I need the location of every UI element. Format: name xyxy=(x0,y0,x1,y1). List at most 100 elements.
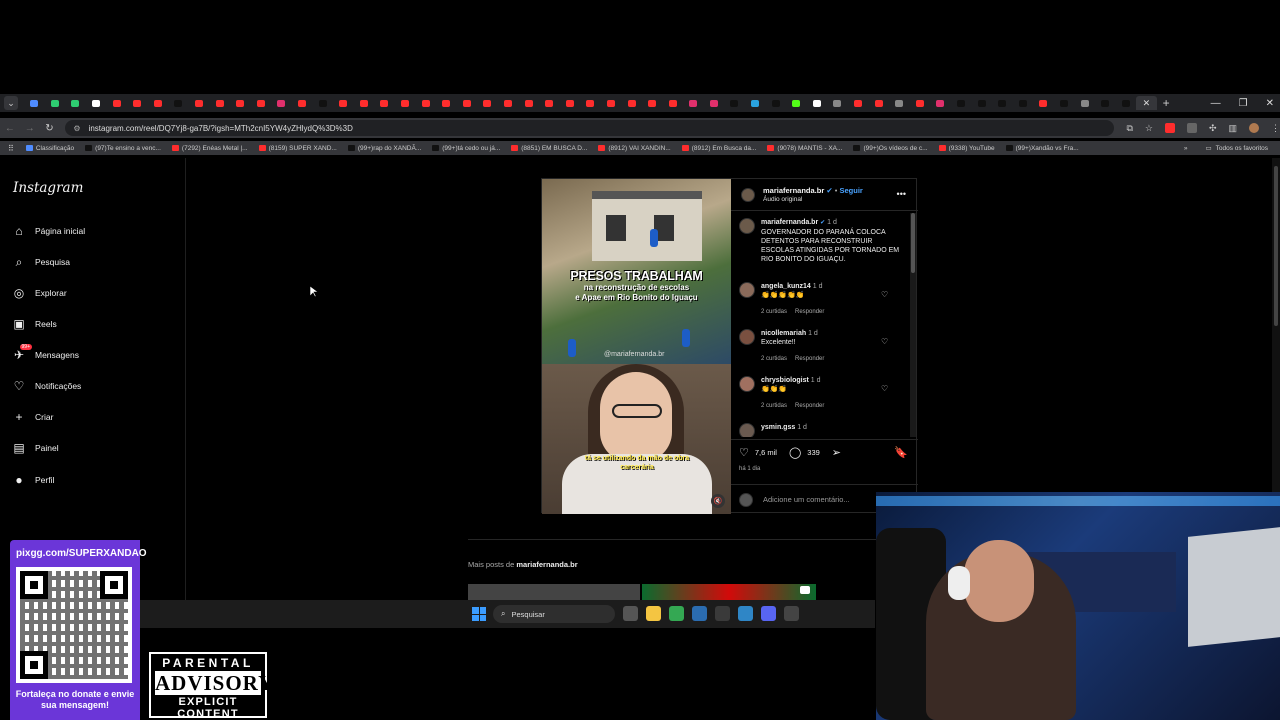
browser-tab[interactable] xyxy=(477,96,498,110)
comment-like-icon[interactable]: ♡ xyxy=(881,384,888,393)
browser-tab[interactable] xyxy=(106,96,127,110)
browser-tab[interactable] xyxy=(745,96,766,110)
browser-tab[interactable] xyxy=(168,96,189,110)
extension-icon[interactable] xyxy=(1164,123,1175,133)
taskbar-app-icon[interactable] xyxy=(784,606,799,621)
commenter-username[interactable]: angela_kunz14 xyxy=(761,283,811,290)
browser-tab[interactable] xyxy=(662,96,683,110)
close-window-icon[interactable]: ✕ xyxy=(1266,98,1274,109)
bookmark-item[interactable]: (99+)Os vídeos de c... xyxy=(853,145,928,152)
like-count[interactable]: 7,6 mil xyxy=(755,448,777,457)
browser-tab[interactable] xyxy=(704,96,725,110)
comment-likes[interactable]: 2 curtidas xyxy=(761,403,787,409)
author-username[interactable]: mariafernanda.br xyxy=(763,186,824,195)
follow-button[interactable]: Seguir xyxy=(839,186,862,195)
windows-start-icon[interactable] xyxy=(472,607,486,621)
browser-tab[interactable] xyxy=(498,96,519,110)
comment-like-icon[interactable]: ♡ xyxy=(881,290,888,299)
browser-tab[interactable] xyxy=(683,96,704,110)
browser-tab[interactable] xyxy=(354,96,375,110)
commenter-avatar[interactable] xyxy=(739,282,755,298)
back-icon[interactable]: ← xyxy=(0,123,20,134)
browser-tab[interactable] xyxy=(827,96,848,110)
comment-icon[interactable]: ◯ xyxy=(789,446,801,459)
more-options-icon[interactable]: ••• xyxy=(897,189,906,199)
browser-tab[interactable] xyxy=(765,96,786,110)
browser-tab[interactable] xyxy=(807,96,828,110)
sidebar-item-messages[interactable]: ✈ 99+ Mensagens xyxy=(12,344,79,362)
commenter-avatar[interactable] xyxy=(739,376,755,392)
bookmarks-more-icon[interactable]: » xyxy=(1184,145,1188,152)
bookmark-item[interactable]: (8912) VAI XANDIN... xyxy=(598,145,671,152)
commenter-avatar[interactable] xyxy=(739,423,755,437)
browser-tab[interactable] xyxy=(1115,96,1136,110)
browser-tab[interactable] xyxy=(848,96,869,110)
reload-icon[interactable]: ↻ xyxy=(40,123,60,134)
commenter-username[interactable]: nicollemariah xyxy=(761,330,806,337)
browser-tab[interactable] xyxy=(292,96,313,110)
tab-search-button[interactable]: ⌄ xyxy=(4,96,18,110)
author-avatar[interactable] xyxy=(739,218,755,234)
taskbar-app-icon[interactable] xyxy=(761,606,776,621)
sidebar-item-search[interactable]: ⌕ Pesquisa xyxy=(12,255,70,269)
browser-tab[interactable] xyxy=(456,96,477,110)
browser-tab[interactable] xyxy=(786,96,807,110)
browser-tab[interactable] xyxy=(621,96,642,110)
browser-tab[interactable] xyxy=(1013,96,1034,110)
browser-tab[interactable] xyxy=(251,96,272,110)
browser-tab[interactable] xyxy=(724,96,745,110)
commenter-username[interactable]: chrysbiologist xyxy=(761,377,809,384)
browser-tab[interactable] xyxy=(230,96,251,110)
bookmarks-folder[interactable]: » ▭ Todos os favoritos xyxy=(1184,141,1268,155)
browser-tab[interactable] xyxy=(271,96,292,110)
browser-tab[interactable] xyxy=(951,96,972,110)
sidebar-item-reels[interactable]: ▣ Reels xyxy=(12,317,56,331)
forward-icon[interactable]: → xyxy=(20,123,40,134)
browser-tab[interactable] xyxy=(45,96,66,110)
install-app-icon[interactable]: ⧉ xyxy=(1126,123,1132,134)
taskbar-app-icon[interactable] xyxy=(623,606,638,621)
sidebar-item-profile[interactable]: ● Perfil xyxy=(12,473,54,487)
browser-tab[interactable] xyxy=(374,96,395,110)
more-posts-user[interactable]: mariafernanda.br xyxy=(516,560,577,569)
comment-likes[interactable]: 2 curtidas xyxy=(761,309,787,315)
browser-tab[interactable] xyxy=(395,96,416,110)
bookmark-item[interactable]: (8159) SUPER XAND... xyxy=(258,145,337,152)
apps-grid-icon[interactable]: ⠿ xyxy=(8,144,14,153)
browser-tab[interactable] xyxy=(86,96,107,110)
browser-tab[interactable] xyxy=(148,96,169,110)
mute-icon[interactable]: 🔇 xyxy=(711,494,725,508)
browser-tab[interactable] xyxy=(24,96,45,110)
active-tab[interactable]: ✕ xyxy=(1136,96,1157,110)
taskbar-search[interactable]: ⌕ Pesquisar xyxy=(493,605,615,623)
commenter-username[interactable]: ysmin.gss xyxy=(761,424,795,431)
browser-tab[interactable] xyxy=(65,96,86,110)
browser-tab[interactable] xyxy=(868,96,889,110)
bookmark-icon[interactable]: 🔖 xyxy=(894,446,908,459)
extensions-puzzle-icon[interactable]: ✣ xyxy=(1209,123,1217,134)
maximize-icon[interactable]: ❐ xyxy=(1239,98,1248,109)
sidebar-item-heart[interactable]: ♡ Notificações xyxy=(12,379,82,393)
comment-like-icon[interactable]: ♡ xyxy=(881,337,888,346)
browser-tab[interactable] xyxy=(436,96,457,110)
comments-scrollbar[interactable] xyxy=(910,213,916,437)
browser-tab[interactable] xyxy=(312,96,333,110)
minimize-icon[interactable]: — xyxy=(1211,98,1221,109)
browser-menu-icon[interactable]: ⋮ xyxy=(1271,123,1280,134)
site-info-icon[interactable]: ⚙ xyxy=(73,124,80,133)
bookmark-item[interactable]: (9338) YouTube xyxy=(938,145,995,152)
bookmark-item[interactable]: (97)Te ensino a venc... xyxy=(85,145,161,152)
browser-tab[interactable] xyxy=(1033,96,1054,110)
browser-tab[interactable] xyxy=(415,96,436,110)
bookmark-item[interactable]: (9078) MANTIS - XA... xyxy=(767,145,842,152)
caption-username[interactable]: mariafernanda.br xyxy=(761,219,818,226)
reply-button[interactable]: Responder xyxy=(795,309,824,315)
bookmark-item[interactable]: (8912) Em Busca da... xyxy=(681,145,756,152)
browser-tab[interactable] xyxy=(971,96,992,110)
new-tab-button[interactable]: + xyxy=(1163,96,1170,110)
taskbar-app-icon[interactable] xyxy=(646,606,661,621)
browser-tab[interactable] xyxy=(518,96,539,110)
instagram-logo[interactable]: Instagram xyxy=(13,180,83,196)
reel-video[interactable]: PRESOS TRABALHAM na reconstrução de esco… xyxy=(542,179,731,514)
browser-tab[interactable] xyxy=(189,96,210,110)
